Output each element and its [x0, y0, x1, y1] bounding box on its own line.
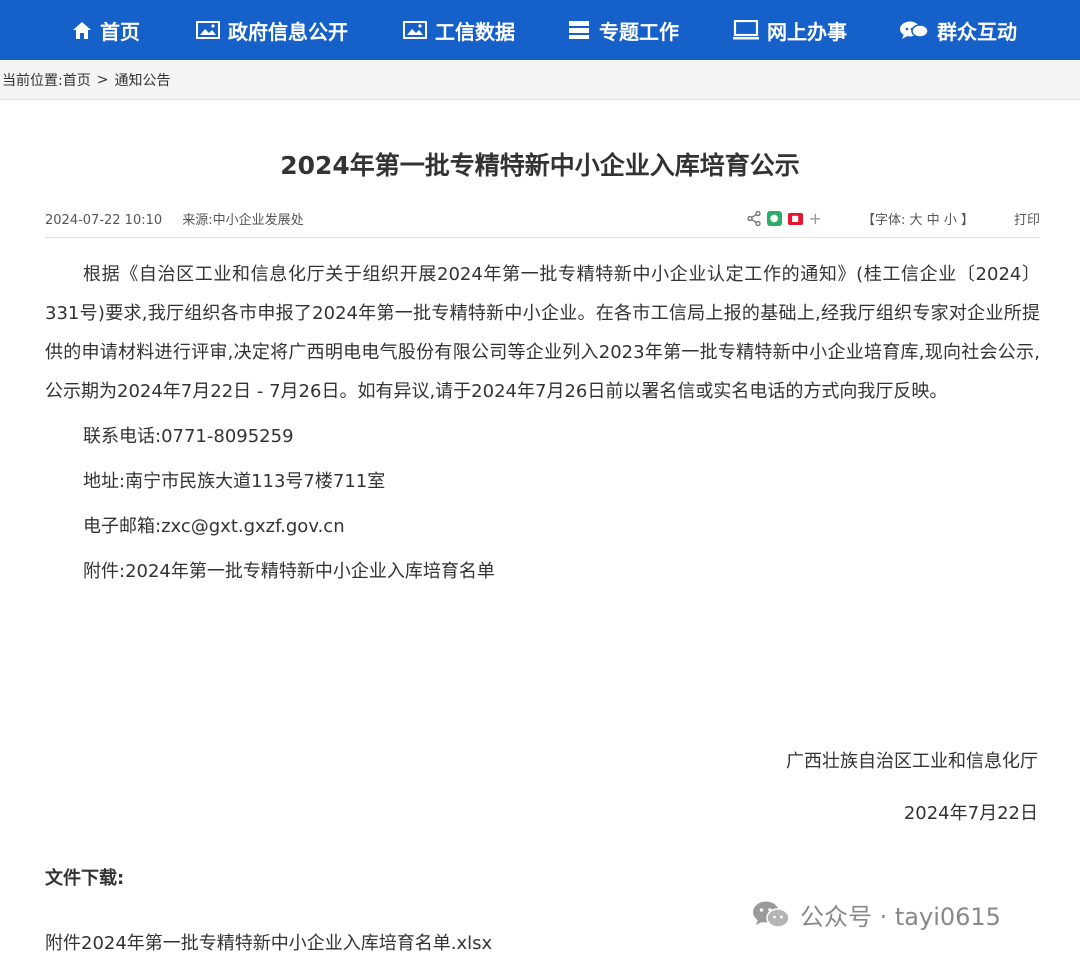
page-title: 2024年第一批专精特新中小企业入库培育公示 [280, 151, 800, 180]
signer-name: 广西壮族自治区工业和信息化厅 [786, 751, 1038, 772]
wechat-share-icon[interactable]: ● [766, 211, 782, 226]
nav-home-label: 首页 [100, 19, 140, 44]
breadcrumb-sep: > [96, 72, 109, 88]
share-bar: ● ■ + [746, 209, 822, 228]
share-icon[interactable] [746, 211, 761, 226]
chat-icon [900, 21, 929, 39]
image-icon [196, 21, 220, 39]
nav-gov-info[interactable]: 政府信息公开 [196, 16, 348, 45]
nav-online-label: 网上办事 [767, 19, 847, 44]
contact-email: 电子邮箱:zxc@gxt.gxzf.gov.cn [83, 516, 345, 537]
breadcrumb: 当前位置: 首页 > 通知公告 [0, 60, 1080, 100]
article-panel: 2024年第一批专精特新中小企业入库培育公示 2024-07-22 10:10 … [0, 99, 1080, 964]
article-source: 来源:中小企业发展处 [182, 213, 304, 228]
breadcrumb-prefix: 当前位置: [2, 73, 63, 89]
signature-block: 广西壮族自治区工业和信息化厅 2024年7月22日 [786, 736, 1038, 840]
home-icon [73, 21, 91, 39]
font-medium-button[interactable]: 中 [927, 213, 940, 228]
breadcrumb-current[interactable]: 通知公告 [114, 70, 170, 90]
nav-topics[interactable]: 专题工作 [567, 16, 679, 45]
top-nav: 首页 政府信息公开 工信数据 专题工作 网上办事 群众互动 [0, 0, 1080, 60]
article-body: 根据《自治区工业和信息化厅关于组织开展2024年第一批专精特新中小企业认定工作的… [45, 255, 1040, 597]
downloads-heading: 文件下载: [45, 868, 125, 889]
publish-date: 2024-07-22 10:10 [45, 213, 163, 228]
contact-address: 地址:南宁市民族大道113号7楼711室 [83, 471, 386, 492]
more-share-icon[interactable]: + [809, 209, 822, 228]
download-file-link[interactable]: 附件2024年第一批专精特新中小企业入库培育名单.xlsx [45, 929, 492, 955]
attachment-note: 附件:2024年第一批专精特新中小企业入库培育名单 [83, 561, 495, 582]
wechat-logo-icon [753, 901, 790, 928]
body-paragraph: 根据《自治区工业和信息化厅关于组织开展2024年第一批专精特新中小企业认定工作的… [45, 264, 1040, 402]
article-meta: 2024-07-22 10:10 来源:中小企业发展处 ● ■ + 【字体: 大… [45, 207, 1040, 238]
meta-right: ● ■ + 【字体: 大 中 小 】 打印 [746, 209, 1040, 228]
stack-icon [569, 21, 589, 39]
print-button[interactable]: 打印 [1014, 209, 1040, 228]
nav-gov-info-label: 政府信息公开 [228, 19, 348, 44]
nav-interaction[interactable]: 群众互动 [899, 16, 1017, 45]
nav-interaction-label: 群众互动 [937, 19, 1017, 44]
monitor-icon [733, 20, 759, 40]
nav-data[interactable]: 工信数据 [403, 16, 515, 45]
font-label: 【字体: [861, 213, 906, 228]
sign-date: 2024年7月22日 [903, 803, 1038, 824]
watermark: 公众号 · tayi0615 [752, 897, 1001, 932]
nav-topics-label: 专题工作 [599, 19, 679, 44]
watermark-text: 公众号 · tayi0615 [800, 903, 1001, 931]
font-small-button[interactable]: 小 [944, 213, 957, 228]
contact-phone: 联系电话:0771-8095259 [83, 426, 294, 447]
font-close: 】 [960, 213, 974, 228]
meta-left: 2024-07-22 10:10 来源:中小企业发展处 [45, 209, 304, 228]
breadcrumb-home[interactable]: 首页 [63, 70, 91, 90]
image-icon [403, 21, 427, 39]
font-large-button[interactable]: 大 [910, 213, 923, 228]
nav-online[interactable]: 网上办事 [733, 16, 847, 45]
nav-home[interactable]: 首页 [72, 16, 140, 45]
weibo-share-icon[interactable]: ■ [787, 212, 803, 225]
nav-data-label: 工信数据 [435, 19, 515, 44]
font-size-control: 【字体: 大 中 小 】 [862, 209, 974, 228]
